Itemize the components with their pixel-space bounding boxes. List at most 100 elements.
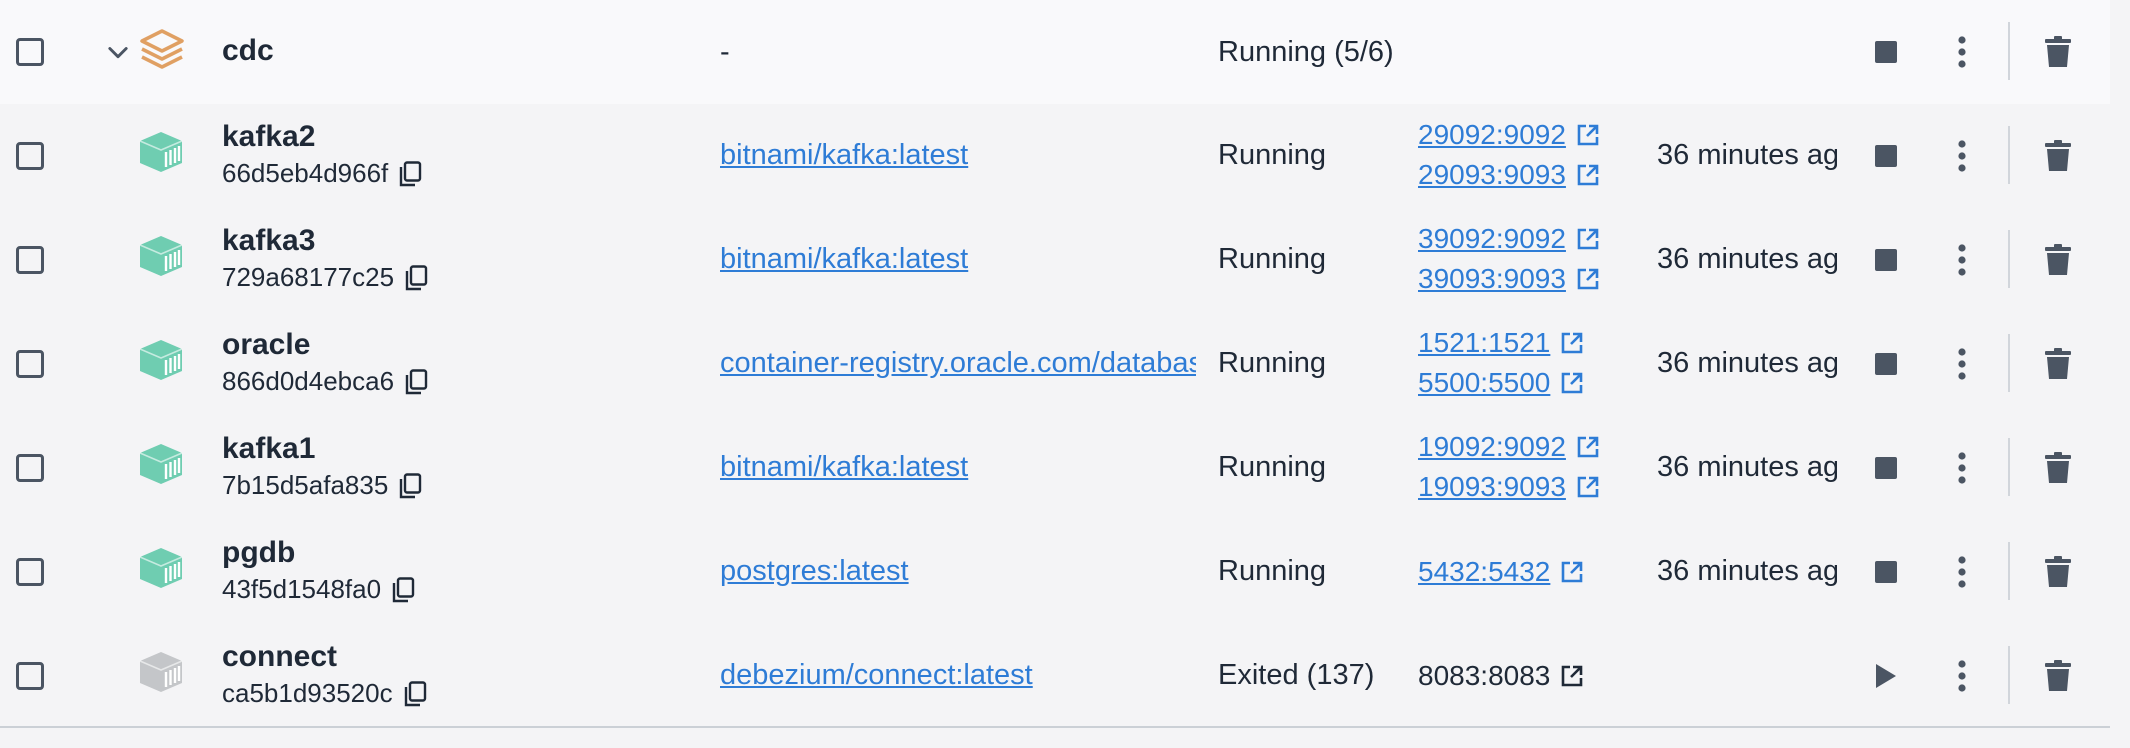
- external-link-icon[interactable]: [1560, 664, 1584, 688]
- stop-icon: [1875, 249, 1897, 271]
- stop-button[interactable]: [1866, 344, 1906, 384]
- container-row[interactable]: kafka2 66d5eb4d966f bitnami/kafka:latest Ru…: [0, 104, 2110, 208]
- copy-icon[interactable]: [398, 472, 422, 499]
- port-text[interactable]: 29093:9093: [1418, 159, 1566, 191]
- port-link[interactable]: 19093:9093: [1418, 467, 1638, 507]
- more-vertical-icon: [1958, 244, 1966, 276]
- image-link[interactable]: bitnami/kafka:latest: [720, 139, 1196, 172]
- container-row[interactable]: pgdb 43f5d1548fa0 postgres:latest Running 54…: [0, 520, 2110, 624]
- image-link[interactable]: container-registry.oracle.com/database/e…: [720, 347, 1196, 380]
- external-link-icon[interactable]: [1576, 435, 1600, 459]
- more-button[interactable]: [1942, 552, 1982, 592]
- row-checkbox[interactable]: [16, 142, 44, 170]
- container-row[interactable]: connect ca5b1d93520c debezium/connect:late…: [0, 624, 2110, 728]
- port-text[interactable]: 8083:8083: [1418, 660, 1550, 692]
- port-text[interactable]: 19093:9093: [1418, 471, 1566, 503]
- more-button[interactable]: [1942, 32, 1982, 72]
- start-button[interactable]: [1866, 656, 1906, 696]
- image-link[interactable]: debezium/connect:latest: [720, 659, 1196, 692]
- external-link-icon[interactable]: [1576, 123, 1600, 147]
- more-button[interactable]: [1942, 344, 1982, 384]
- image-link[interactable]: bitnami/kafka:latest: [720, 451, 1196, 484]
- stop-button[interactable]: [1866, 448, 1906, 488]
- port-text[interactable]: 19092:9092: [1418, 431, 1566, 463]
- container-status: Exited (137): [1218, 659, 1375, 691]
- group-name[interactable]: cdc: [222, 34, 692, 68]
- stop-button[interactable]: [1866, 136, 1906, 176]
- delete-button[interactable]: [2038, 448, 2078, 488]
- stop-button[interactable]: [1866, 240, 1906, 280]
- container-id: 66d5eb4d966f: [222, 158, 389, 188]
- external-link-icon[interactable]: [1576, 475, 1600, 499]
- port-text[interactable]: 5500:5500: [1418, 367, 1550, 399]
- delete-button[interactable]: [2038, 656, 2078, 696]
- group-row[interactable]: cdc - Running (5/6): [0, 0, 2110, 104]
- container-name[interactable]: oracle: [222, 328, 692, 362]
- image-link[interactable]: bitnami/kafka:latest: [720, 243, 1196, 276]
- copy-icon[interactable]: [404, 264, 428, 291]
- container-name[interactable]: kafka2: [222, 120, 692, 154]
- delete-button[interactable]: [2038, 32, 2078, 72]
- delete-button[interactable]: [2038, 240, 2078, 280]
- stop-icon: [1875, 353, 1897, 375]
- delete-button[interactable]: [2038, 344, 2078, 384]
- image-link[interactable]: postgres:latest: [720, 555, 1196, 588]
- external-link-icon[interactable]: [1560, 560, 1584, 584]
- row-checkbox[interactable]: [16, 38, 44, 66]
- table-bottom-border: [0, 726, 2110, 728]
- port-text[interactable]: 29092:9092: [1418, 119, 1566, 151]
- copy-icon[interactable]: [398, 160, 422, 187]
- container-row[interactable]: kafka1 7b15d5afa835 bitnami/kafka:latest Ru…: [0, 416, 2110, 520]
- container-row[interactable]: oracle 866d0d4ebca6 container-registry.ora…: [0, 312, 2110, 416]
- container-name[interactable]: connect: [222, 640, 692, 674]
- row-checkbox[interactable]: [16, 246, 44, 274]
- container-row[interactable]: kafka3 729a68177c25 bitnami/kafka:latest Ru…: [0, 208, 2110, 312]
- port-link[interactable]: 1521:1521: [1418, 323, 1638, 363]
- port-link[interactable]: 29093:9093: [1418, 155, 1638, 195]
- stop-button[interactable]: [1866, 552, 1906, 592]
- more-button[interactable]: [1942, 136, 1982, 176]
- copy-icon[interactable]: [403, 680, 427, 707]
- port-link[interactable]: 19092:9092: [1418, 427, 1638, 467]
- external-link-icon[interactable]: [1560, 331, 1584, 355]
- chevron-down-icon[interactable]: [104, 38, 132, 66]
- delete-button[interactable]: [2038, 136, 2078, 176]
- started-time: 36 minutes ago: [1657, 451, 1837, 483]
- port-link[interactable]: 5500:5500: [1418, 363, 1638, 403]
- copy-icon[interactable]: [391, 576, 415, 603]
- row-checkbox[interactable]: [16, 558, 44, 586]
- port-text[interactable]: 1521:1521: [1418, 327, 1550, 359]
- port-text[interactable]: 5432:5432: [1418, 556, 1550, 588]
- stop-icon: [1875, 145, 1897, 167]
- copy-icon[interactable]: [404, 368, 428, 395]
- delete-button[interactable]: [2038, 552, 2078, 592]
- stop-button[interactable]: [1866, 32, 1906, 72]
- external-link-icon[interactable]: [1576, 163, 1600, 187]
- row-checkbox[interactable]: [16, 350, 44, 378]
- port-text[interactable]: 39092:9092: [1418, 223, 1566, 255]
- port-link[interactable]: 29092:9092: [1418, 115, 1638, 155]
- trash-icon: [2045, 660, 2071, 691]
- row-checkbox[interactable]: [16, 662, 44, 690]
- more-button[interactable]: [1942, 656, 1982, 696]
- port-text[interactable]: 39093:9093: [1418, 263, 1566, 295]
- container-name[interactable]: kafka3: [222, 224, 692, 258]
- external-link-icon[interactable]: [1560, 371, 1584, 395]
- more-button[interactable]: [1942, 240, 1982, 280]
- container-status: Running: [1218, 347, 1327, 379]
- more-vertical-icon: [1958, 348, 1966, 380]
- external-link-icon[interactable]: [1576, 267, 1600, 291]
- port-link[interactable]: 39093:9093: [1418, 259, 1638, 299]
- more-button[interactable]: [1942, 448, 1982, 488]
- row-checkbox[interactable]: [16, 454, 44, 482]
- more-vertical-icon: [1958, 140, 1966, 172]
- container-name[interactable]: pgdb: [222, 536, 692, 570]
- port-link[interactable]: 8083:8083: [1418, 656, 1638, 696]
- divider: [2008, 334, 2010, 392]
- external-link-icon[interactable]: [1576, 227, 1600, 251]
- port-link[interactable]: 39092:9092: [1418, 219, 1638, 259]
- port-link[interactable]: 5432:5432: [1418, 552, 1638, 592]
- trash-icon: [2045, 36, 2071, 67]
- container-id: 43f5d1548fa0: [222, 574, 382, 604]
- container-name[interactable]: kafka1: [222, 432, 692, 466]
